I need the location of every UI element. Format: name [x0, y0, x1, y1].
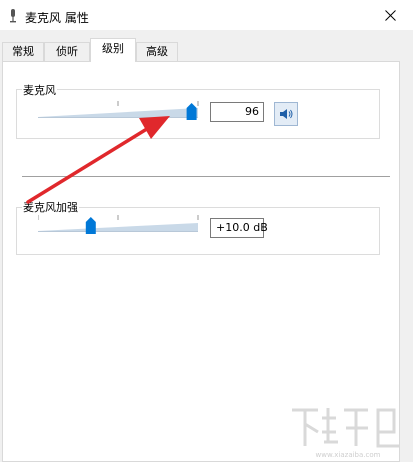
window-title: 麦克风 属性	[25, 11, 89, 25]
speaker-icon	[280, 109, 293, 119]
slider-thumb[interactable]	[186, 103, 197, 120]
slider-ramp	[38, 108, 198, 117]
tab-listen[interactable]: 侦听	[44, 42, 90, 61]
microphone-value-field[interactable]: 96	[210, 102, 264, 122]
dialog-window: 麦克风 属性 常规 侦听 级别 高级 麦克风 96 麦克风加强 +10.0 dB…	[0, 0, 413, 462]
microphone-label: 麦克风	[22, 82, 57, 98]
close-button[interactable]	[367, 0, 413, 30]
watermark-url: www.xiazaiba.com	[316, 451, 381, 459]
boost-label: 麦克风加强	[22, 199, 79, 215]
watermark-logo: www.xiazaiba.com	[292, 408, 400, 459]
tab-levels[interactable]: 级别	[90, 38, 136, 62]
mute-button[interactable]	[274, 102, 298, 126]
slider-thumb[interactable]	[85, 217, 96, 234]
tab-general[interactable]: 常规	[2, 42, 44, 61]
boost-value-field: +10.0 dB	[210, 218, 268, 238]
microphone-slider[interactable]	[38, 100, 204, 124]
boost-slider[interactable]	[38, 214, 204, 238]
microphone-icon	[10, 9, 16, 23]
title-bar: 麦克风 属性	[0, 0, 413, 30]
slider-ramp	[38, 223, 198, 231]
section-divider	[22, 176, 390, 177]
close-icon	[384, 9, 396, 21]
tab-advanced[interactable]: 高级	[136, 42, 178, 61]
